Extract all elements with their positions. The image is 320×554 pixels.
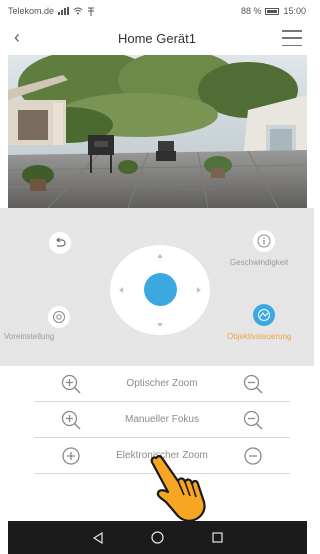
target-icon[interactable] xyxy=(48,306,70,328)
lens-row-label: Manueller Fokus xyxy=(125,414,199,425)
preset-label: Voreinstellung xyxy=(4,332,55,341)
nav-recents-icon[interactable] xyxy=(212,532,223,543)
pan-down-arrow[interactable] xyxy=(157,323,163,327)
undo-arrow-icon[interactable] xyxy=(49,232,71,254)
direction-pad[interactable] xyxy=(110,245,210,335)
page-title: Home Gerät1 xyxy=(117,30,197,46)
speed-label: Geschwindigkeit xyxy=(230,258,289,267)
direction-pad-center[interactable] xyxy=(144,273,177,306)
antenna-icon xyxy=(88,7,95,16)
plus-circle-icon[interactable] xyxy=(60,445,82,467)
pan-up-arrow[interactable] xyxy=(157,254,163,258)
chevron-left-icon[interactable]: ‹ xyxy=(14,28,20,46)
clock: 15:00 xyxy=(283,6,306,16)
magnifier-plus-icon[interactable] xyxy=(60,409,82,431)
lens-icon[interactable] xyxy=(253,304,275,326)
ptz-control-panel: Geschwindigkeit Voreinstellung Objektivs… xyxy=(0,208,314,366)
system-nav-bar xyxy=(8,521,307,554)
minus-circle-icon[interactable] xyxy=(242,445,264,467)
lens-row-manual-focus: Manueller Fokus xyxy=(34,402,290,438)
hamburger-menu-icon[interactable] xyxy=(282,30,302,46)
info-icon[interactable] xyxy=(253,230,275,252)
magnifier-plus-icon[interactable] xyxy=(60,373,82,395)
carrier-name: Telekom.de xyxy=(8,6,55,16)
pan-left-arrow[interactable] xyxy=(119,287,123,293)
battery-percent: 88 % xyxy=(240,6,262,16)
lens-row-optical-zoom: Optischer Zoom xyxy=(34,366,290,402)
battery-icon xyxy=(265,7,280,15)
nav-back-icon[interactable] xyxy=(92,531,104,544)
magnifier-minus-icon[interactable] xyxy=(242,409,264,431)
lens-control-label[interactable]: Objektivsteuerung xyxy=(227,332,291,341)
app-header: ‹ Home Gerät1 xyxy=(0,22,314,54)
camera-live-view[interactable] xyxy=(8,55,307,208)
status-bar: Telekom.de 88 % 15:00 xyxy=(0,0,314,22)
lens-row-label: Optischer Zoom xyxy=(126,378,198,389)
nav-home-icon[interactable] xyxy=(151,531,165,544)
tap-hand-icon xyxy=(150,455,206,522)
signal-icon xyxy=(58,7,70,15)
pan-right-arrow[interactable] xyxy=(197,287,201,293)
wifi-icon xyxy=(73,7,83,15)
magnifier-minus-icon[interactable] xyxy=(242,373,264,395)
